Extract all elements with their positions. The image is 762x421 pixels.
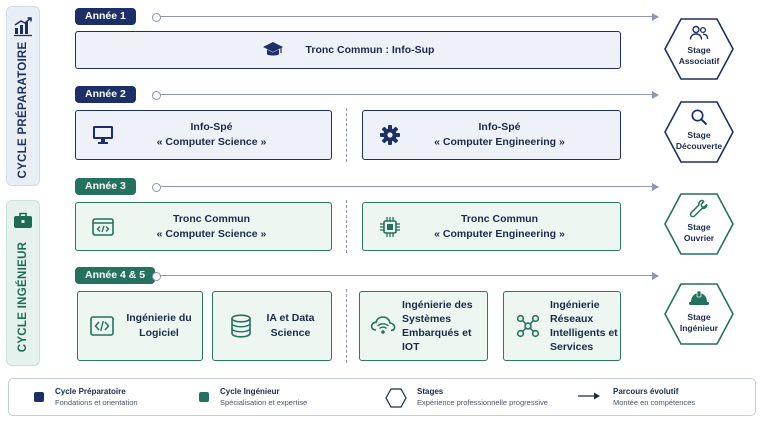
legend-ing: Cycle Ingénieur Spécialisation et expert… (199, 386, 307, 408)
stage-decouverte: Stage Découverte (663, 100, 735, 164)
stage-ouvrier: Stage Ouvrier (663, 192, 735, 256)
legend-ing-sub: Spécialisation et expertise (220, 398, 308, 407)
legend-stages: Stages Expérience professionnelle progre… (385, 386, 548, 408)
year-3-ce-box: Tronc Commun « Computer Engineering » (362, 202, 621, 251)
specialty-network-line1: Ingénierie (550, 299, 600, 311)
specialty-ai-box: IA et Data Science (212, 291, 332, 361)
specialty-embedded-line2: Systèmes (402, 313, 452, 325)
year-2-ce-box: Info-Spé « Computer Engineering » (362, 110, 621, 160)
wrench-icon (689, 199, 708, 218)
year-3-divider (346, 200, 347, 253)
year-1-timeline-arrow (152, 12, 659, 22)
year-3-timeline-arrow (152, 182, 659, 192)
year-2-pill: Année 2 (75, 86, 136, 103)
legend-prep: Cycle Préparatoire Fondations et orienta… (34, 386, 138, 408)
chip-icon (380, 216, 400, 237)
stage-decouverte-line1: Stage (687, 130, 711, 140)
chart-icon (14, 17, 32, 37)
year-2-cs-line2: « Computer Science » (156, 136, 267, 148)
year-2-timeline-arrow (152, 90, 659, 100)
specialty-network-line4: Services (550, 341, 594, 353)
year-3-cs-line1: Tronc Commun (172, 212, 250, 225)
cloud-iot-icon (370, 316, 396, 334)
legend-path-title: Parcours évolutif (613, 387, 679, 396)
database-icon (231, 314, 251, 338)
year-45-divider (346, 289, 347, 363)
year-3-cs-line2: « Computer Science » (156, 227, 267, 240)
specialty-embedded-line1: Ingénierie des (402, 299, 473, 311)
specialty-embedded-box: Ingénierie des Systèmes Embarqués et IOT (359, 291, 488, 361)
hard-hat-icon (689, 290, 709, 305)
specialty-network-line2: Réseaux (550, 313, 594, 325)
year-3-pill: Année 3 (75, 178, 136, 195)
arrow-right-icon (578, 392, 600, 400)
cycle-preparatory-label: CYCLE PRÉPARATOIRE (17, 41, 29, 179)
network-icon (516, 314, 540, 338)
year-1-track-box: Tronc Commun : Info-Sup (75, 31, 621, 69)
year-3-ce-line2: « Computer Engineering » (434, 227, 565, 240)
specialty-network-box: Ingénierie Réseaux Intelligents et Servi… (503, 291, 621, 361)
year-2-cs-line1: Info-Spé (190, 121, 233, 133)
year-45-pill: Année 4 & 5 (75, 267, 156, 284)
graduation-cap-icon (262, 42, 283, 56)
legend: Cycle Préparatoire Fondations et orienta… (8, 378, 756, 416)
year-1-track-label: Tronc Commun : Info-Sup (305, 43, 435, 56)
legend-stages-title: Stages (417, 387, 444, 396)
year-2-cs-box: Info-Spé « Computer Science » (75, 110, 332, 160)
legend-prep-title: Cycle Préparatoire (55, 387, 126, 396)
cycle-preparatory-tab: CYCLE PRÉPARATOIRE (6, 6, 40, 186)
specialty-embedded-line4: IOT (402, 341, 420, 353)
year-45-timeline-arrow (152, 271, 659, 281)
year-2-ce-line2: « Computer Engineering » (434, 136, 565, 148)
year-3-ce-line1: Tronc Commun (460, 212, 538, 225)
legend-path: Parcours évolutif Montée en compétences (577, 386, 695, 408)
stage-associatif: Stage Associatif (663, 17, 735, 81)
year-2-ce-line1: Info-Spé (478, 121, 521, 133)
stage-associatif-line2: Associatif (678, 56, 720, 66)
monitor-icon (93, 126, 113, 144)
specialty-network-line3: Intelligents et (550, 327, 618, 339)
stage-decouverte-line2: Découverte (675, 141, 723, 151)
stage-ouvrier-line2: Ouvrier (683, 233, 715, 243)
hexagon-icon (385, 388, 407, 408)
year-3-cs-box: Tronc Commun « Computer Science » (75, 202, 332, 251)
code-window-icon (92, 217, 114, 236)
stage-ingenieur: Stage Ingénieur (663, 282, 735, 346)
year-1-pill: Année 1 (75, 8, 136, 25)
stage-ingenieur-line2: Ingénieur (679, 323, 719, 333)
legend-prep-sub: Fondations et orientation (55, 398, 138, 407)
specialty-software-box: Ingénierie du Logiciel (77, 291, 203, 361)
legend-stages-sub: Expérience professionnelle progressive (417, 398, 548, 407)
specialty-ai-line2: Science (270, 327, 311, 339)
cycle-engineering-label: CYCLE INGÉNIEUR (17, 241, 29, 353)
cycle-engineering-tab: CYCLE INGÉNIEUR (6, 200, 40, 366)
legend-prep-swatch (34, 392, 44, 402)
users-icon (689, 25, 709, 40)
legend-ing-title: Cycle Ingénieur (220, 387, 280, 396)
year-2-divider (346, 108, 347, 162)
specialty-ai-line1: IA et Data (266, 312, 315, 324)
specialty-embedded-line3: Embarqués et (402, 327, 472, 339)
stage-ingenieur-line1: Stage (687, 312, 711, 322)
stage-associatif-line1: Stage (687, 45, 711, 55)
magnifier-icon (691, 109, 708, 126)
stage-ouvrier-line1: Stage (687, 222, 711, 232)
specialty-software-line1: Ingénierie du (126, 312, 192, 324)
gear-icon (380, 125, 400, 145)
code-icon (90, 316, 114, 336)
legend-path-sub: Montée en compétences (613, 398, 696, 407)
legend-ing-swatch (199, 392, 209, 402)
briefcase-icon (14, 212, 32, 228)
specialty-software-line2: Logiciel (139, 327, 179, 339)
